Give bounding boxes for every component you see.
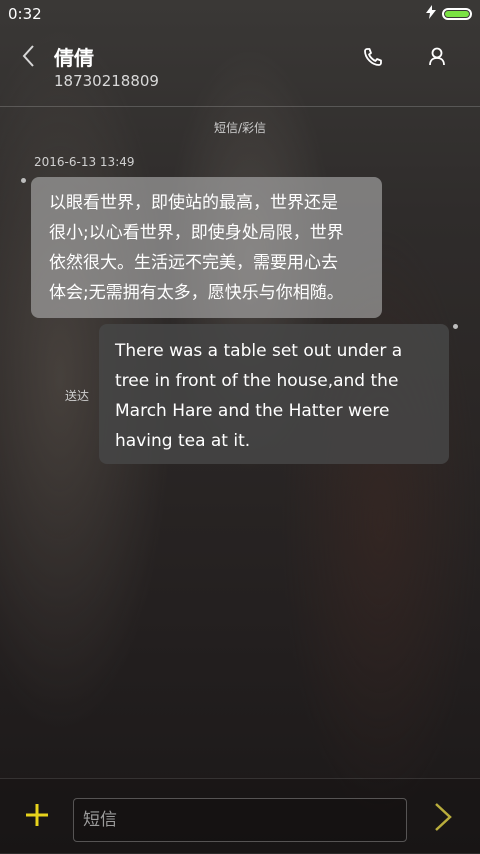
message-line: 以眼看世界，即使站的最高，世界还是: [49, 193, 338, 213]
incoming-indicator-dot: [21, 178, 26, 183]
message-line: tree in front of the house,and the: [115, 371, 399, 391]
person-icon: [429, 47, 445, 66]
add-attachment-button[interactable]: [23, 801, 51, 829]
delivery-status: 送达: [65, 389, 90, 403]
message-timestamp: 2016-6-13 13:49: [34, 155, 135, 169]
charging-icon: [426, 5, 436, 23]
back-arrow-icon: [22, 45, 34, 67]
contact-details-button[interactable]: [424, 44, 450, 70]
contact-name: 倩倩: [54, 46, 94, 70]
outgoing-message-bubble[interactable]: There was a table set out under a tree i…: [99, 324, 449, 464]
back-button[interactable]: [18, 42, 40, 70]
incoming-message-bubble[interactable]: 以眼看世界，即使站的最高，世界还是 很小;以心看世界，即使身处局限，世界 依然很…: [31, 177, 382, 318]
message-line: 体会;无需拥有太多，愿快乐与你相随。: [49, 283, 344, 303]
message-line: There was a table set out under a: [115, 341, 403, 361]
message-input[interactable]: [73, 798, 407, 842]
message-line: having tea at it.: [115, 431, 251, 451]
outgoing-indicator-dot: [453, 324, 458, 329]
plus-icon: [26, 804, 48, 826]
conversation-header: 倩倩 18730218809: [0, 28, 480, 107]
send-chevron-icon: [435, 803, 452, 831]
message-line: 很小;以心看世界，即使身处局限，世界: [49, 223, 344, 243]
phone-icon: [364, 48, 382, 66]
message-type-label: 短信/彩信: [213, 121, 267, 135]
send-button[interactable]: [432, 801, 454, 833]
contact-phone-number: 18730218809: [54, 72, 159, 90]
message-composer: [0, 778, 480, 854]
battery-level-fill: [445, 11, 469, 17]
message-line: March Hare and the Hatter were: [115, 401, 390, 421]
status-bar: 0:32: [0, 0, 480, 28]
battery-icon: [442, 8, 472, 20]
call-button[interactable]: [360, 44, 386, 70]
status-time: 0:32: [8, 5, 42, 23]
message-line: 依然很大。生活远不完美，需要用心去: [49, 253, 338, 273]
status-indicators: [426, 5, 472, 23]
